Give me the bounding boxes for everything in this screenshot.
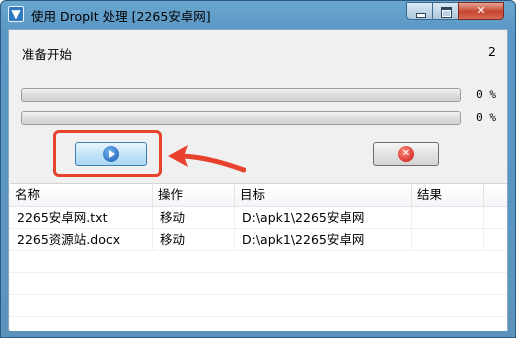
- cancel-icon: ✕: [398, 146, 414, 162]
- maximize-icon: [441, 7, 452, 18]
- dropit-window: ▼ 使用 DropIt 处理 [2265安卓网] ✕ 准备开始 2 0 % 0 …: [0, 0, 516, 338]
- cell-name: 2265安卓网.txt: [10, 207, 153, 228]
- progress-bar-current: [21, 88, 461, 102]
- column-header-action[interactable]: 操作: [153, 184, 235, 206]
- cell-result: [412, 229, 484, 250]
- cell-action: 移动: [153, 229, 235, 250]
- empty-row: [10, 273, 507, 295]
- dropit-app-icon[interactable]: ▼: [8, 6, 24, 22]
- progress-percent-total: 0 %: [476, 111, 496, 124]
- column-header-name[interactable]: 名称: [10, 184, 153, 206]
- status-text: 准备开始: [22, 47, 73, 62]
- column-header-result[interactable]: 结果: [412, 184, 484, 206]
- window-title: 使用 DropIt 处理 [2265安卓网]: [31, 9, 211, 24]
- progress-percent-current: 0 %: [476, 88, 496, 101]
- cell-action: 移动: [153, 207, 235, 228]
- progress-bar-total: [21, 111, 461, 125]
- table-row[interactable]: 2265安卓网.txt 移动 D:\apk1\2265安卓网: [10, 207, 507, 229]
- column-header-filler: [484, 184, 507, 206]
- client-area: 准备开始 2 0 % 0 % ✕ 名称 操作 目标 结果 2265安卓网.txt…: [8, 29, 508, 331]
- empty-row: [10, 251, 507, 273]
- file-list[interactable]: 名称 操作 目标 结果 2265安卓网.txt 移动 D:\apk1\2265安…: [10, 183, 507, 331]
- cell-name: 2265资源站.docx: [10, 229, 153, 250]
- file-count: 2: [488, 44, 496, 59]
- close-button[interactable]: ✕: [458, 2, 504, 20]
- empty-row: [10, 295, 507, 317]
- cell-target: D:\apk1\2265安卓网: [235, 229, 412, 250]
- close-icon: ✕: [476, 4, 486, 17]
- table-row[interactable]: 2265资源站.docx 移动 D:\apk1\2265安卓网: [10, 229, 507, 251]
- title-bar[interactable]: ▼ 使用 DropIt 处理 [2265安卓网] ✕: [1, 1, 515, 28]
- annotation-highlight-box: [53, 130, 162, 177]
- cell-result: [412, 207, 484, 228]
- annotation-arrow-icon: [168, 145, 246, 173]
- cell-target: D:\apk1\2265安卓网: [235, 207, 412, 228]
- column-header-target[interactable]: 目标: [235, 184, 412, 206]
- list-header: 名称 操作 目标 结果: [10, 184, 507, 207]
- minimize-button[interactable]: [406, 2, 433, 20]
- cancel-button[interactable]: ✕: [373, 142, 439, 166]
- maximize-button[interactable]: [432, 2, 459, 20]
- minimize-icon: [416, 13, 426, 18]
